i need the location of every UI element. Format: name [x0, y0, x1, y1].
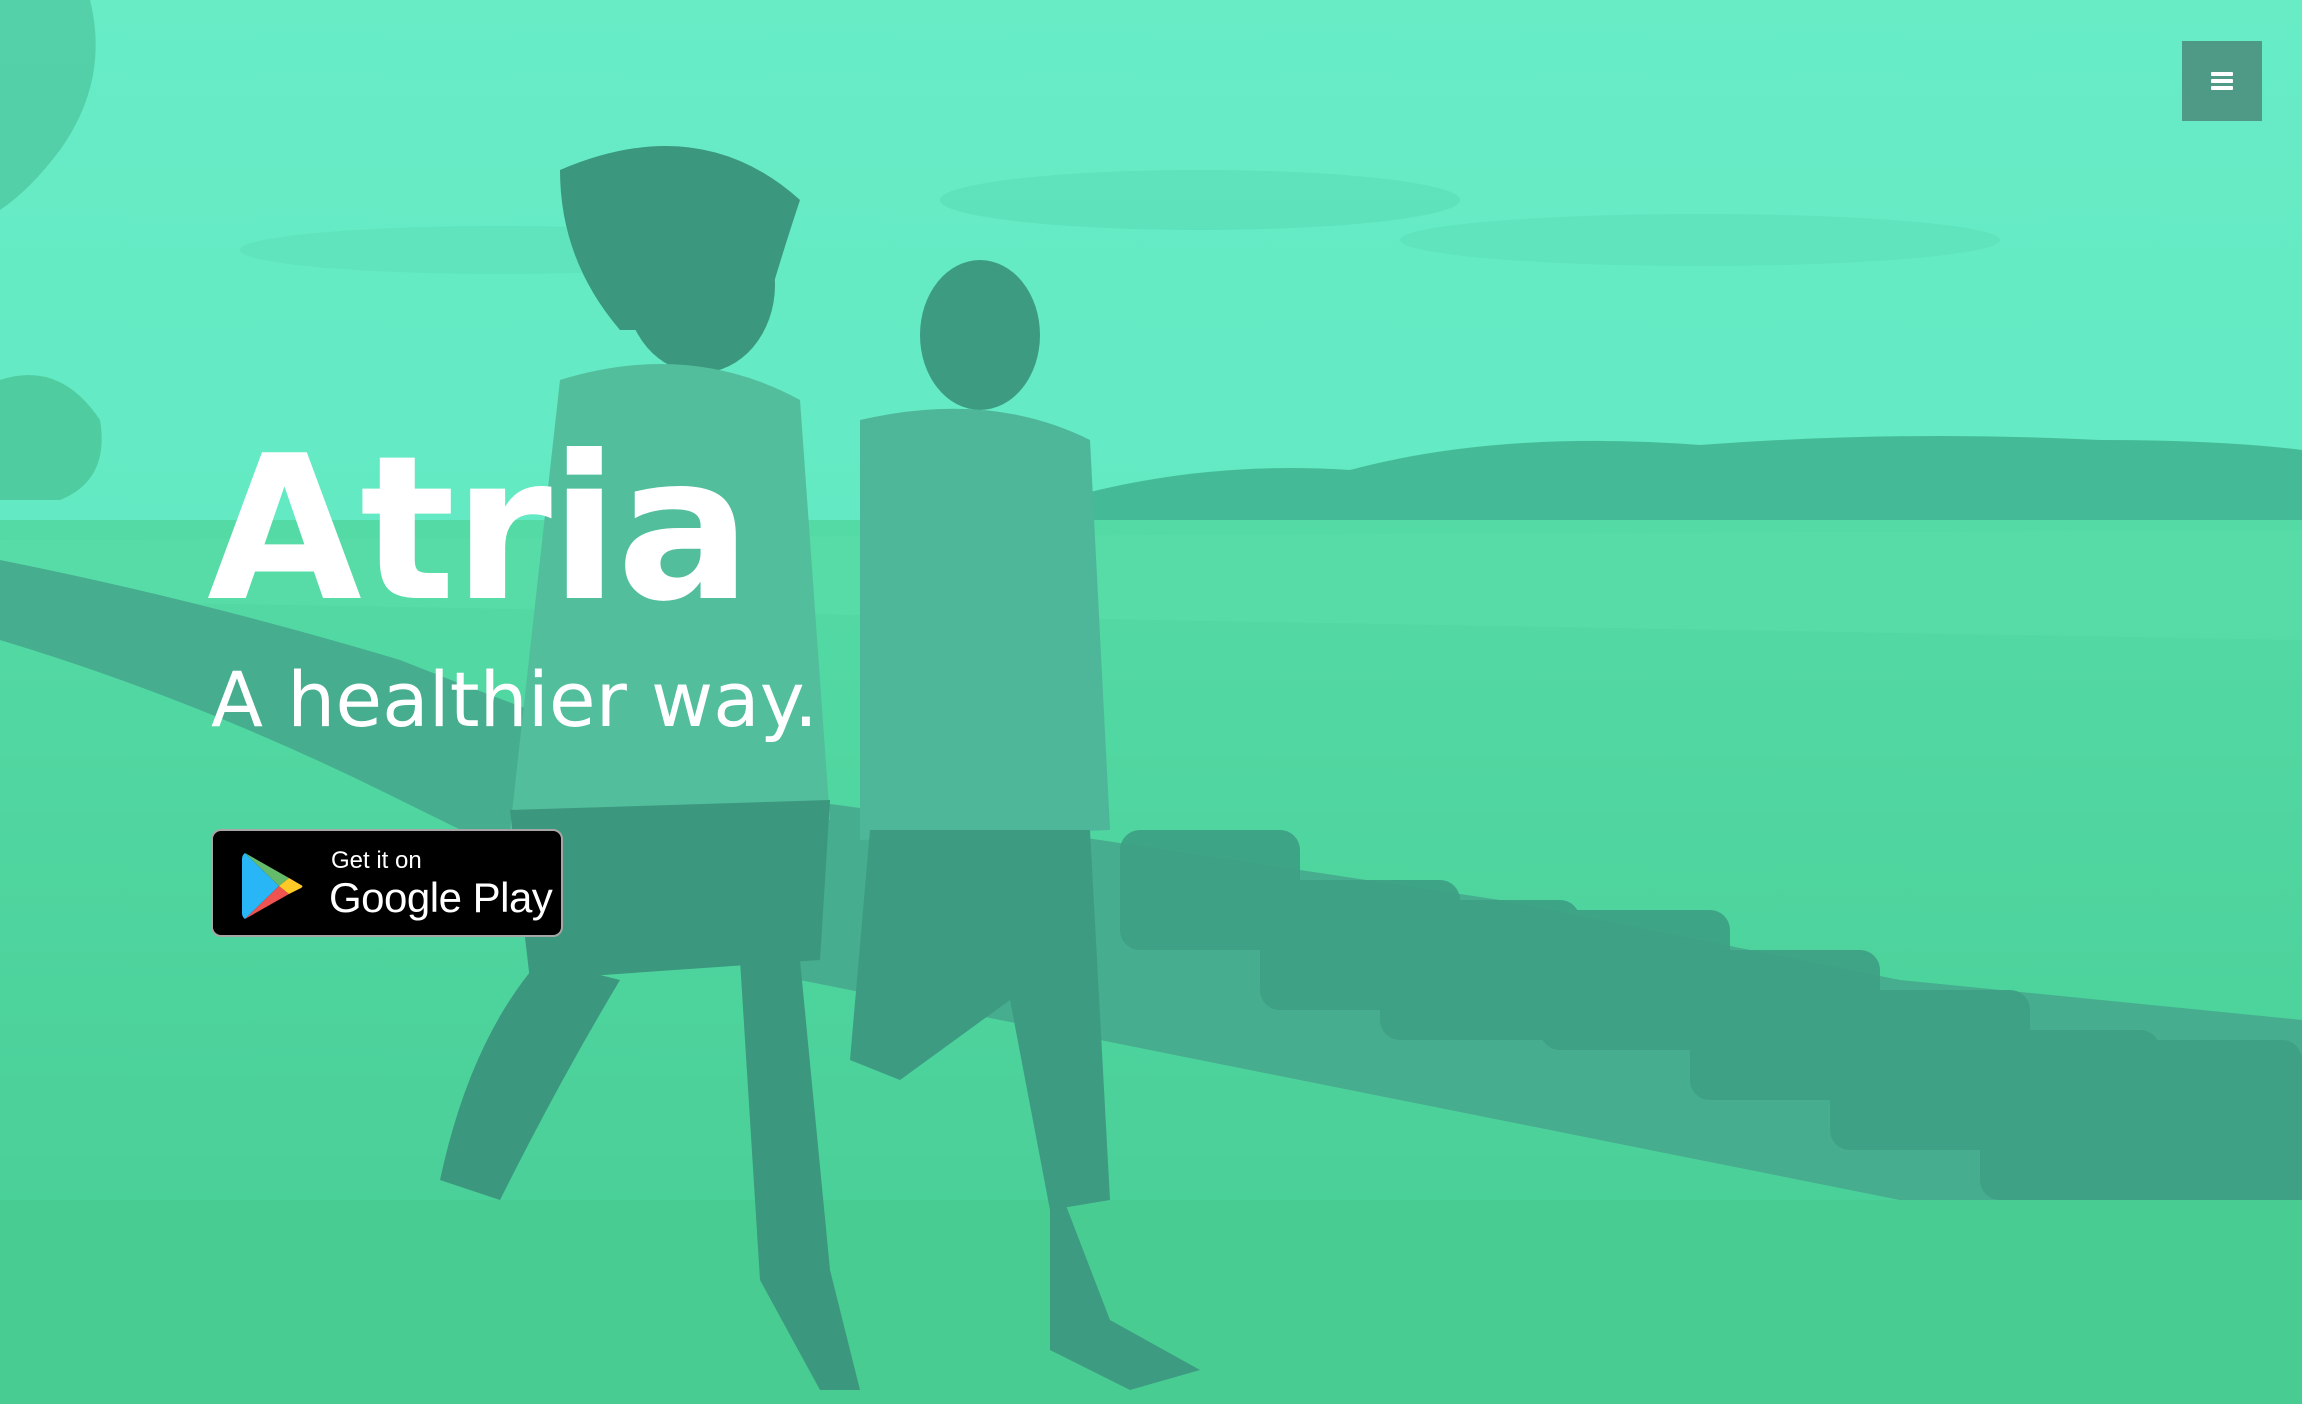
brand-title: Atria — [207, 413, 752, 646]
badge-small-text: Get it on — [331, 847, 422, 874]
badge-large-text: Google Play — [329, 874, 553, 921]
hamburger-menu-button[interactable] — [2182, 41, 2262, 121]
hero-section: Atria A healthier way. Get it on Google … — [0, 0, 2302, 1404]
hamburger-menu-icon — [2211, 72, 2233, 90]
google-play-badge[interactable]: Get it on Google Play — [211, 829, 563, 937]
hero-tagline: A healthier way. — [211, 655, 819, 744]
google-play-icon — [242, 853, 303, 919]
